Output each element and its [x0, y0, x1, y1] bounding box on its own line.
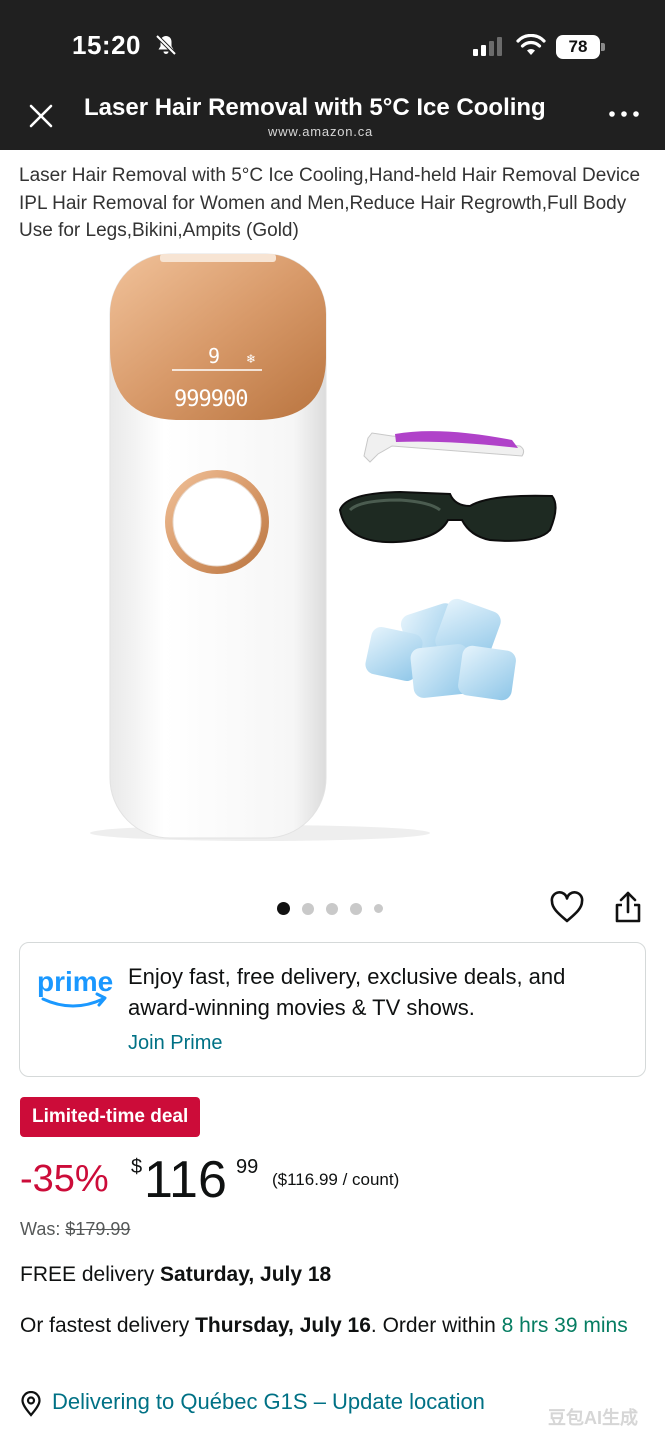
prime-message: Enjoy fast, free delivery, exclusive dea…	[128, 964, 566, 1020]
fastest-prefix: Or fastest delivery	[20, 1314, 196, 1337]
status-bar: 15:20 78	[0, 0, 665, 90]
update-location-link[interactable]: Delivering to Québec G1S – Update locati…	[52, 1389, 485, 1415]
wifi-icon	[516, 34, 546, 55]
display-level: 9	[208, 344, 220, 368]
prime-promo: prime Enjoy fast, free delivery, exclusi…	[19, 942, 646, 1077]
was-amount: $179.99	[65, 1219, 131, 1239]
fastest-date: Thursday, July 16	[195, 1314, 371, 1337]
gallery-dot[interactable]	[326, 902, 338, 915]
bell-slash-icon	[155, 34, 177, 56]
product-illustration: 9 ❄ 999900	[90, 253, 557, 841]
prime-logo: prime	[37, 966, 113, 1008]
product-title: Laser Hair Removal with 5°C Ice Cooling,…	[19, 165, 641, 241]
gallery-dot[interactable]	[277, 902, 290, 915]
free-delivery-date: Saturday, July 18	[160, 1263, 332, 1286]
prime-logo-text: prime	[37, 966, 113, 997]
heart-icon[interactable]	[549, 890, 585, 926]
price-block: -35% $ 116 99 ($116.99 / count)	[20, 1152, 660, 1210]
order-within: . Order within	[370, 1314, 502, 1337]
goggles-accessory	[338, 490, 557, 544]
razor-accessory	[363, 431, 525, 463]
cellular-signal-icon	[473, 37, 502, 56]
page-title: Laser Hair Removal with 5°C Ice Cooling	[84, 94, 546, 121]
share-icon[interactable]	[613, 890, 643, 924]
fastest-delivery: Or fastest delivery Thursday, July 16. O…	[20, 1310, 650, 1341]
price-currency: $	[131, 1156, 143, 1178]
location-pin-icon	[21, 1391, 41, 1417]
free-delivery: FREE delivery Saturday, July 18	[20, 1263, 331, 1287]
deal-badge: Limited-time deal	[20, 1097, 201, 1137]
discount-percent: -35%	[20, 1158, 109, 1200]
battery-icon: 78	[556, 35, 606, 59]
more-icon[interactable]	[606, 104, 642, 124]
battery-level: 78	[556, 35, 600, 59]
gallery-dot[interactable]	[350, 902, 362, 915]
browser-header: 15:20 78 Laser Hair Removal with 5°C Ice…	[0, 0, 665, 150]
ice-cubes	[365, 598, 516, 701]
battery-cap	[601, 43, 605, 51]
page-url: www.amazon.ca	[268, 124, 374, 139]
gallery-dot[interactable]	[302, 902, 314, 915]
watermark: 豆包AI生成	[548, 1408, 638, 1428]
svg-text:❄: ❄	[246, 352, 256, 366]
display-count: 999900	[174, 387, 247, 412]
product-image[interactable]: 9 ❄ 999900	[0, 248, 665, 888]
gallery-pagination[interactable]	[277, 902, 383, 915]
price-whole: 116	[144, 1151, 227, 1209]
countdown: 8 hrs 39 mins	[501, 1314, 628, 1337]
free-delivery-prefix: FREE delivery	[20, 1263, 161, 1286]
was-label: Was:	[20, 1219, 61, 1239]
webview-nav: Laser Hair Removal with 5°C Ice Cooling …	[0, 86, 665, 150]
price-fraction: 99	[236, 1156, 259, 1178]
close-icon[interactable]	[28, 103, 54, 129]
status-time: 15:20	[72, 30, 141, 60]
was-price: Was: $179.99	[20, 1219, 130, 1240]
unit-price: ($116.99 / count)	[272, 1170, 400, 1189]
join-prime-link[interactable]: Join Prime	[128, 1032, 222, 1055]
gallery-dot[interactable]	[374, 904, 383, 913]
